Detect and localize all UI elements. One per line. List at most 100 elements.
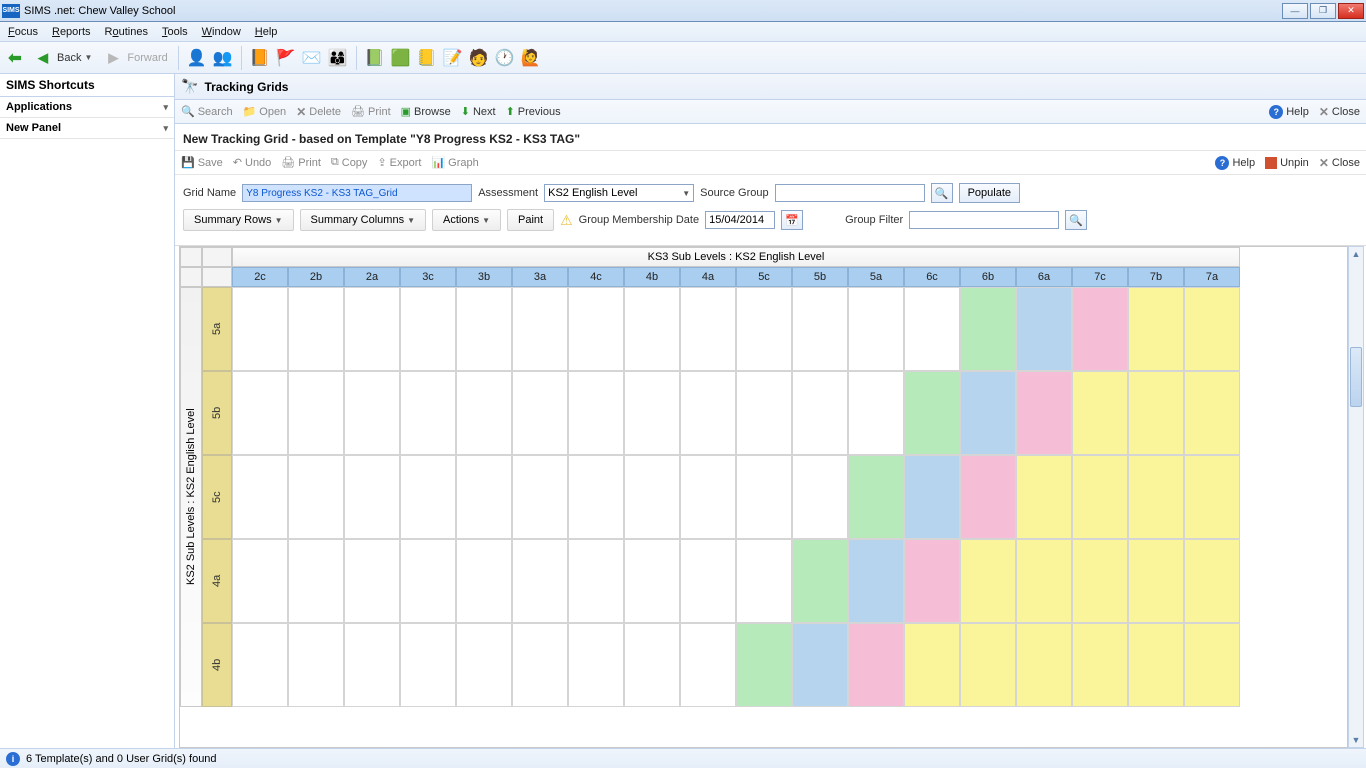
grid-cell[interactable]	[736, 539, 792, 623]
green-book-icon[interactable]: 📗	[363, 46, 387, 70]
grid-cell[interactable]	[960, 287, 1016, 371]
grid-cell[interactable]	[904, 623, 960, 707]
col-header[interactable]: 7c	[1072, 267, 1128, 287]
scroll-thumb[interactable]	[1350, 347, 1362, 407]
col-header[interactable]: 4b	[624, 267, 680, 287]
summary-rows-button[interactable]: Summary Rows▼	[183, 209, 294, 231]
close-panel-button[interactable]: ✕Close	[1319, 105, 1360, 119]
grid-cell[interactable]	[456, 371, 512, 455]
grid-cell[interactable]	[1016, 623, 1072, 707]
grid-cell[interactable]	[1072, 623, 1128, 707]
grid-cell[interactable]	[1128, 539, 1184, 623]
col-header[interactable]: 2b	[288, 267, 344, 287]
col-header[interactable]: 3c	[400, 267, 456, 287]
minimize-button[interactable]: —	[1282, 3, 1308, 19]
grid-cell[interactable]	[232, 455, 288, 539]
grid-cell[interactable]	[400, 287, 456, 371]
grid-cell[interactable]	[680, 455, 736, 539]
menu-window[interactable]: Window	[202, 26, 241, 38]
grid-cell[interactable]	[1072, 371, 1128, 455]
grid-cell[interactable]	[232, 287, 288, 371]
grid-cell[interactable]	[400, 455, 456, 539]
grid-cell[interactable]	[1128, 287, 1184, 371]
unpin-button[interactable]: Unpin	[1265, 157, 1309, 169]
grid-cell[interactable]	[960, 371, 1016, 455]
scroll-up-icon[interactable]: ▲	[1349, 247, 1363, 261]
grid-cell[interactable]	[344, 539, 400, 623]
tracking-grid[interactable]: KS3 Sub Levels : KS2 English Level2c2b2a…	[180, 247, 1347, 707]
help-button[interactable]: ?Help	[1269, 105, 1309, 119]
col-header[interactable]: 7a	[1184, 267, 1240, 287]
back-large-icon[interactable]: ⬅	[4, 47, 26, 69]
source-group-input[interactable]	[775, 184, 925, 202]
flag-icon[interactable]: 🚩	[274, 46, 298, 70]
grid-cell[interactable]	[848, 287, 904, 371]
grid-cell[interactable]	[736, 371, 792, 455]
row-header[interactable]: 5a	[202, 287, 232, 371]
person-orange-icon[interactable]: 👤	[185, 46, 209, 70]
actions-button[interactable]: Actions▼	[432, 209, 501, 231]
grid-cell[interactable]	[344, 455, 400, 539]
grid-cell[interactable]	[568, 371, 624, 455]
grid-cell[interactable]	[1184, 539, 1240, 623]
grid-name-input[interactable]	[242, 184, 472, 202]
grid-cell[interactable]	[288, 455, 344, 539]
grid-cell[interactable]	[680, 287, 736, 371]
maximize-button[interactable]: ❐	[1310, 3, 1336, 19]
assessment-combo[interactable]: KS2 English Level▼	[544, 184, 694, 202]
grid-cell[interactable]	[848, 371, 904, 455]
grid-cell[interactable]	[232, 623, 288, 707]
row-header[interactable]: 5b	[202, 371, 232, 455]
grid-cell[interactable]	[848, 455, 904, 539]
grid-cell[interactable]	[904, 539, 960, 623]
grid-cell[interactable]	[288, 539, 344, 623]
grid-cell[interactable]	[680, 623, 736, 707]
previous-action[interactable]: ⬆Previous	[506, 105, 561, 118]
grid-cell[interactable]	[1128, 455, 1184, 539]
export-action[interactable]: ⇪Export	[377, 156, 421, 169]
grid-cell[interactable]	[456, 287, 512, 371]
grid-cell[interactable]	[736, 623, 792, 707]
col-header[interactable]: 2a	[344, 267, 400, 287]
browse-action[interactable]: ▣Browse	[401, 105, 451, 118]
grid-cell[interactable]	[680, 539, 736, 623]
grid-cell[interactable]	[456, 539, 512, 623]
grid-cell[interactable]	[624, 623, 680, 707]
grid-cell[interactable]	[344, 371, 400, 455]
grid-cell[interactable]	[792, 455, 848, 539]
mail-icon[interactable]: ✉️	[300, 46, 324, 70]
col-header[interactable]: 3a	[512, 267, 568, 287]
next-action[interactable]: ⬇Next	[461, 105, 496, 118]
grid-cell[interactable]	[960, 623, 1016, 707]
populate-button[interactable]: Populate	[959, 183, 1020, 203]
grid-cell[interactable]	[568, 539, 624, 623]
contact-icon[interactable]: 🙋	[519, 46, 543, 70]
menu-help[interactable]: Help	[255, 26, 278, 38]
grid-cell[interactable]	[568, 455, 624, 539]
grid-cell[interactable]	[400, 371, 456, 455]
grid-cell[interactable]	[456, 623, 512, 707]
grid-cell[interactable]	[1128, 623, 1184, 707]
menu-reports[interactable]: Reports	[52, 26, 91, 38]
menu-tools[interactable]: Tools	[162, 26, 188, 38]
grid-cell[interactable]	[512, 455, 568, 539]
grid-cell[interactable]	[1016, 455, 1072, 539]
col-header[interactable]: 4c	[568, 267, 624, 287]
grid-cell[interactable]	[512, 287, 568, 371]
col-header[interactable]: 6c	[904, 267, 960, 287]
col-header[interactable]: 6a	[1016, 267, 1072, 287]
grid-cell[interactable]	[736, 455, 792, 539]
grid-cell[interactable]	[1128, 371, 1184, 455]
grid-cell[interactable]	[288, 371, 344, 455]
grid-cell[interactable]	[904, 287, 960, 371]
grid-cell[interactable]	[624, 455, 680, 539]
open-action[interactable]: 📁Open	[243, 105, 287, 118]
grid-cell[interactable]	[848, 539, 904, 623]
grid-cell[interactable]	[288, 287, 344, 371]
copy-action[interactable]: ⧉Copy	[331, 156, 368, 169]
grid-cell[interactable]	[344, 623, 400, 707]
clock-icon[interactable]: 🕐	[493, 46, 517, 70]
people-icon[interactable]: 👨‍👩‍👦	[326, 46, 350, 70]
col-header[interactable]: 6b	[960, 267, 1016, 287]
grid-cell[interactable]	[400, 539, 456, 623]
